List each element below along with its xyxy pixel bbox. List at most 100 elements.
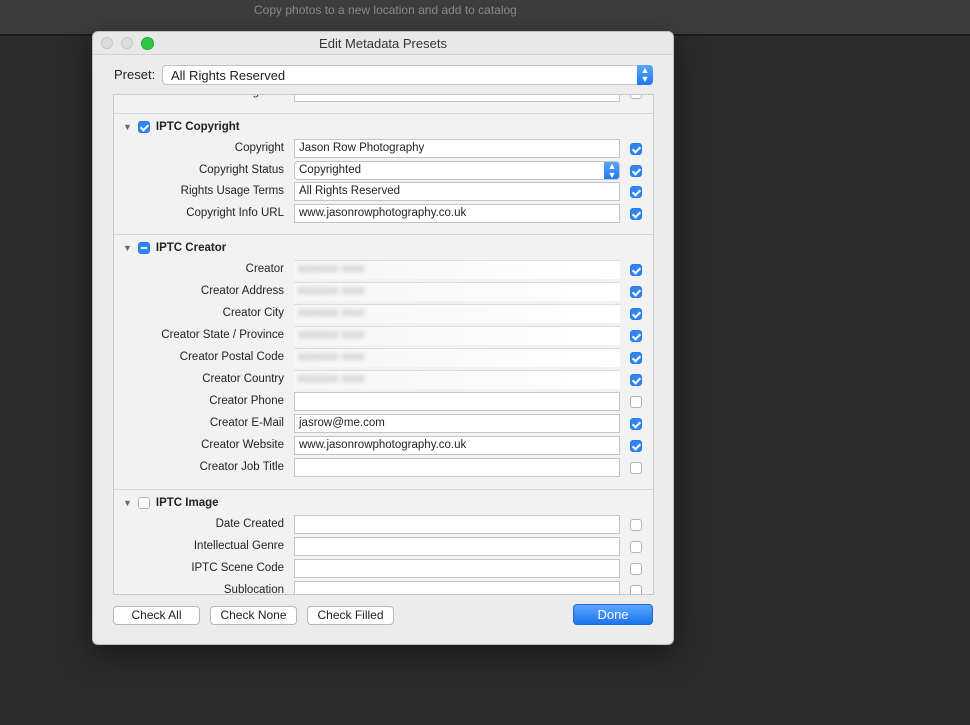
field-row: Rights Usage Terms All Rights Reserved [114,182,653,202]
field-input[interactable]: xxxxxxx xxxx [294,304,620,323]
check-none-button[interactable]: Check None [210,606,297,625]
section-divider [114,234,653,235]
field-label: Copyright [234,142,284,154]
field-input[interactable]: All Rights Reserved [294,182,620,201]
field-label: Creator Phone [209,395,284,407]
field-input[interactable]: xxxxxxx xxxx [294,348,620,367]
field-row: Intellectual Genre [114,537,653,557]
field-row: Creator State / Province xxxxxxx xxxx [114,326,653,346]
field-label: Creator Job Title [199,461,284,473]
field-value: xxxxxxx xxxx [298,263,365,275]
preset-label: Preset: [114,67,156,82]
field-row: Creator Job Title [114,458,653,478]
field-input[interactable]: Jason Row Photography [294,139,620,158]
field-input[interactable]: www.jasonrowphotography.co.uk [294,436,620,455]
include-checkbox[interactable] [630,519,642,531]
include-checkbox[interactable] [630,396,642,408]
field-value: xxxxxxx xxxx [298,373,365,385]
field-row: Copyright Status Copyrighted ▲ ▼ [114,160,653,181]
include-checkbox[interactable] [630,462,642,474]
include-checkbox[interactable] [630,440,642,452]
disclosure-triangle-icon[interactable]: ▼ [123,498,132,508]
field-row: Creator Address xxxxxxx xxxx [114,282,653,302]
section-divider [114,113,653,114]
field-row: IPTC Scene Code [114,559,653,579]
field-select[interactable]: Copyrighted ▲ ▼ [294,160,620,180]
include-checkbox[interactable] [630,286,642,298]
section-checkbox[interactable] [137,497,150,509]
field-row: Creator Country xxxxxxx xxxx [114,370,653,390]
include-checkbox[interactable] [630,352,642,364]
field-label: Copyright Info URL [186,206,284,219]
field-label: Creator [245,263,284,275]
field-input[interactable]: xxxxxxx xxxx [294,326,620,345]
field-input[interactable]: xxxxxxx xxxx [294,282,620,301]
field-input[interactable] [294,458,620,477]
include-checkbox[interactable] [630,330,642,342]
include-checkbox[interactable] [630,563,642,575]
field-label: Other Categories [196,95,284,98]
field-label: Rights Usage Terms [180,185,284,197]
field-input[interactable] [294,392,620,411]
field-label: Creator Address [200,285,284,297]
section-checkbox[interactable] [137,121,150,133]
section-checkbox[interactable] [137,242,150,254]
field-row: Copyright Jason Row Photography [114,139,653,159]
include-checkbox[interactable] [630,585,642,594]
include-checkbox[interactable] [630,374,642,386]
field-value: xxxxxxx xxxx [298,307,365,319]
done-button[interactable]: Done [573,604,653,625]
include-checkbox[interactable] [630,207,642,220]
field-row: Creator Postal Code xxxxxxx xxxx [114,348,653,368]
field-input[interactable]: www.jasonrowphotography.co.uk [294,203,620,223]
field-row: Creator City xxxxxxx xxxx [114,304,653,324]
field-label: Creator Postal Code [179,351,284,363]
field-input[interactable]: jasrow@me.com [294,414,620,433]
field-input[interactable] [294,515,620,534]
include-checkbox[interactable] [630,308,642,320]
field-input[interactable] [294,581,620,594]
check-filled-button[interactable]: Check Filled [307,606,394,625]
check-all-button[interactable]: Check All [113,606,200,625]
field-input[interactable] [294,537,620,556]
field-label: Creator City [222,307,284,319]
section-header: ▼ IPTC Image [123,497,219,509]
field-label: Intellectual Genre [193,540,284,552]
select-stepper-icon: ▲ ▼ [637,65,653,85]
field-row: Creator Website www.jasonrowphotography.c… [114,436,653,456]
field-label: Date Created [215,518,284,530]
disclosure-triangle-icon[interactable]: ▼ [123,122,132,132]
background-app-subtitle: Copy photos to a new location and add to… [254,3,517,17]
field-input[interactable]: xxxxxxx xxxx [294,370,620,389]
disclosure-triangle-icon[interactable]: ▼ [123,243,132,253]
field-label: Creator Website [201,439,284,451]
field-label: IPTC Scene Code [191,562,284,574]
include-checkbox[interactable] [630,418,642,430]
preset-select[interactable]: All Rights Reserved ▲ ▼ [162,65,653,85]
field-row: Copyright Info URL www.jasonrowphotograph… [114,203,653,224]
field-value: Copyrighted [299,163,362,176]
field-value: xxxxxxx xxxx [298,285,365,297]
preset-value: All Rights Reserved [171,68,286,83]
select-stepper-icon: ▲ ▼ [604,161,619,179]
section-header: ▼ IPTC Creator [123,242,226,254]
section-header: ▼ IPTC Copyright [123,121,240,133]
section-divider [114,489,653,490]
dialog-title: Edit Metadata Presets [319,36,447,51]
edit-metadata-presets-dialog: Edit Metadata Presets Preset: All Rights… [93,32,673,644]
field-input[interactable] [294,559,620,578]
field-value: xxxxxxx xxxx [298,329,365,341]
title-bar: Edit Metadata Presets [93,32,673,55]
field-input[interactable]: xxxxxxx xxxx [294,260,620,279]
field-row: Creator Phone [114,392,653,412]
include-checkbox[interactable] [630,143,642,155]
include-checkbox[interactable] [630,164,642,177]
include-checkbox[interactable] [630,95,642,99]
include-checkbox[interactable] [630,186,642,198]
include-checkbox[interactable] [630,264,642,276]
field-value: Jason Row Photography [299,142,425,154]
field-input[interactable] [294,95,620,102]
metadata-scroll-area[interactable]: Other Categories ▼ IPTC Copyright Copyright… [113,94,654,595]
include-checkbox[interactable] [630,541,642,553]
field-label: Sublocation [223,584,284,595]
